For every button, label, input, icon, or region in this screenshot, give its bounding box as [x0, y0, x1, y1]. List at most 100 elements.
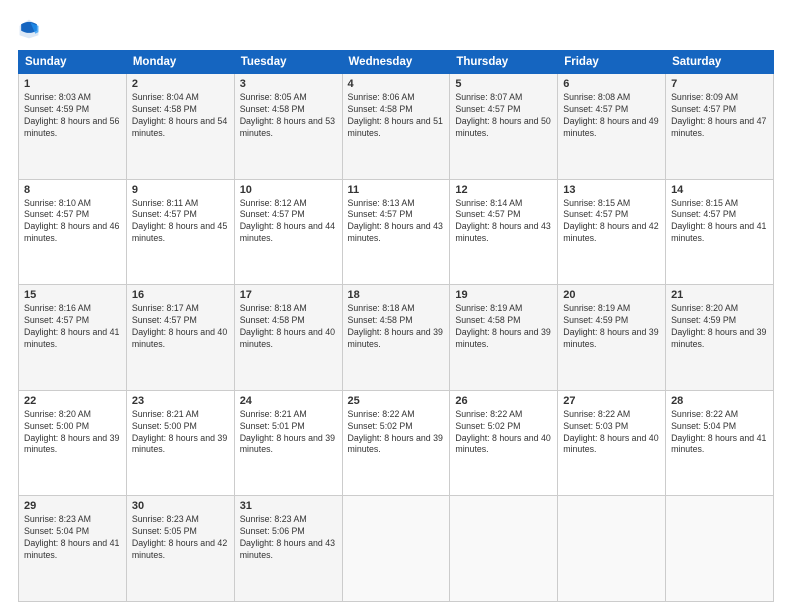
calendar-cell: 6 Sunrise: 8:08 AMSunset: 4:57 PMDayligh… [558, 74, 666, 180]
weekday-header: Wednesday [342, 51, 450, 74]
calendar-week-row: 1 Sunrise: 8:03 AMSunset: 4:59 PMDayligh… [19, 74, 774, 180]
calendar-cell [450, 496, 558, 602]
day-info: Sunrise: 8:03 AMSunset: 4:59 PMDaylight:… [24, 92, 119, 138]
day-number: 3 [240, 78, 337, 90]
day-number: 27 [563, 395, 660, 407]
calendar-cell: 7 Sunrise: 8:09 AMSunset: 4:57 PMDayligh… [666, 74, 774, 180]
day-number: 29 [24, 500, 121, 512]
day-number: 18 [348, 289, 445, 301]
weekday-header: Monday [126, 51, 234, 74]
calendar-cell: 23 Sunrise: 8:21 AMSunset: 5:00 PMDaylig… [126, 390, 234, 496]
day-info: Sunrise: 8:15 AMSunset: 4:57 PMDaylight:… [563, 198, 658, 244]
day-info: Sunrise: 8:14 AMSunset: 4:57 PMDaylight:… [455, 198, 550, 244]
day-info: Sunrise: 8:06 AMSunset: 4:58 PMDaylight:… [348, 92, 443, 138]
day-number: 26 [455, 395, 552, 407]
calendar-week-row: 8 Sunrise: 8:10 AMSunset: 4:57 PMDayligh… [19, 179, 774, 285]
day-info: Sunrise: 8:21 AMSunset: 5:01 PMDaylight:… [240, 409, 335, 455]
calendar-table: SundayMondayTuesdayWednesdayThursdayFrid… [18, 50, 774, 602]
day-number: 1 [24, 78, 121, 90]
day-info: Sunrise: 8:18 AMSunset: 4:58 PMDaylight:… [240, 303, 335, 349]
day-number: 2 [132, 78, 229, 90]
day-info: Sunrise: 8:23 AMSunset: 5:04 PMDaylight:… [24, 514, 119, 560]
calendar-cell: 27 Sunrise: 8:22 AMSunset: 5:03 PMDaylig… [558, 390, 666, 496]
day-number: 15 [24, 289, 121, 301]
logo-text [18, 18, 44, 40]
header [18, 18, 774, 40]
calendar-cell: 26 Sunrise: 8:22 AMSunset: 5:02 PMDaylig… [450, 390, 558, 496]
day-number: 11 [348, 184, 445, 196]
calendar-week-row: 15 Sunrise: 8:16 AMSunset: 4:57 PMDaylig… [19, 285, 774, 391]
day-number: 21 [671, 289, 768, 301]
calendar-week-row: 22 Sunrise: 8:20 AMSunset: 5:00 PMDaylig… [19, 390, 774, 496]
day-number: 9 [132, 184, 229, 196]
day-number: 25 [348, 395, 445, 407]
day-number: 30 [132, 500, 229, 512]
calendar-cell: 14 Sunrise: 8:15 AMSunset: 4:57 PMDaylig… [666, 179, 774, 285]
calendar-cell: 28 Sunrise: 8:22 AMSunset: 5:04 PMDaylig… [666, 390, 774, 496]
calendar-cell: 4 Sunrise: 8:06 AMSunset: 4:58 PMDayligh… [342, 74, 450, 180]
day-info: Sunrise: 8:13 AMSunset: 4:57 PMDaylight:… [348, 198, 443, 244]
day-number: 24 [240, 395, 337, 407]
calendar-cell [558, 496, 666, 602]
day-number: 14 [671, 184, 768, 196]
calendar-cell: 19 Sunrise: 8:19 AMSunset: 4:58 PMDaylig… [450, 285, 558, 391]
day-info: Sunrise: 8:07 AMSunset: 4:57 PMDaylight:… [455, 92, 550, 138]
weekday-header: Friday [558, 51, 666, 74]
day-info: Sunrise: 8:05 AMSunset: 4:58 PMDaylight:… [240, 92, 335, 138]
calendar-week-row: 29 Sunrise: 8:23 AMSunset: 5:04 PMDaylig… [19, 496, 774, 602]
day-number: 28 [671, 395, 768, 407]
calendar-cell: 16 Sunrise: 8:17 AMSunset: 4:57 PMDaylig… [126, 285, 234, 391]
page: SundayMondayTuesdayWednesdayThursdayFrid… [0, 0, 792, 612]
calendar-cell: 29 Sunrise: 8:23 AMSunset: 5:04 PMDaylig… [19, 496, 127, 602]
logo-area [18, 18, 44, 40]
day-number: 7 [671, 78, 768, 90]
day-number: 17 [240, 289, 337, 301]
day-number: 16 [132, 289, 229, 301]
day-number: 12 [455, 184, 552, 196]
day-info: Sunrise: 8:17 AMSunset: 4:57 PMDaylight:… [132, 303, 227, 349]
calendar-cell: 24 Sunrise: 8:21 AMSunset: 5:01 PMDaylig… [234, 390, 342, 496]
calendar-cell: 13 Sunrise: 8:15 AMSunset: 4:57 PMDaylig… [558, 179, 666, 285]
day-number: 6 [563, 78, 660, 90]
day-info: Sunrise: 8:12 AMSunset: 4:57 PMDaylight:… [240, 198, 335, 244]
logo-icon [18, 18, 40, 40]
calendar-cell: 20 Sunrise: 8:19 AMSunset: 4:59 PMDaylig… [558, 285, 666, 391]
day-number: 31 [240, 500, 337, 512]
calendar-cell: 17 Sunrise: 8:18 AMSunset: 4:58 PMDaylig… [234, 285, 342, 391]
calendar-cell: 8 Sunrise: 8:10 AMSunset: 4:57 PMDayligh… [19, 179, 127, 285]
calendar-cell: 31 Sunrise: 8:23 AMSunset: 5:06 PMDaylig… [234, 496, 342, 602]
day-info: Sunrise: 8:04 AMSunset: 4:58 PMDaylight:… [132, 92, 227, 138]
day-number: 19 [455, 289, 552, 301]
day-info: Sunrise: 8:15 AMSunset: 4:57 PMDaylight:… [671, 198, 766, 244]
calendar-cell: 5 Sunrise: 8:07 AMSunset: 4:57 PMDayligh… [450, 74, 558, 180]
day-number: 20 [563, 289, 660, 301]
day-info: Sunrise: 8:19 AMSunset: 4:58 PMDaylight:… [455, 303, 550, 349]
day-info: Sunrise: 8:16 AMSunset: 4:57 PMDaylight:… [24, 303, 119, 349]
weekday-header-row: SundayMondayTuesdayWednesdayThursdayFrid… [19, 51, 774, 74]
calendar-cell: 15 Sunrise: 8:16 AMSunset: 4:57 PMDaylig… [19, 285, 127, 391]
weekday-header: Tuesday [234, 51, 342, 74]
calendar-cell: 2 Sunrise: 8:04 AMSunset: 4:58 PMDayligh… [126, 74, 234, 180]
weekday-header: Saturday [666, 51, 774, 74]
day-number: 4 [348, 78, 445, 90]
day-info: Sunrise: 8:22 AMSunset: 5:02 PMDaylight:… [455, 409, 550, 455]
day-info: Sunrise: 8:18 AMSunset: 4:58 PMDaylight:… [348, 303, 443, 349]
calendar-cell: 11 Sunrise: 8:13 AMSunset: 4:57 PMDaylig… [342, 179, 450, 285]
day-info: Sunrise: 8:11 AMSunset: 4:57 PMDaylight:… [132, 198, 227, 244]
calendar-cell: 18 Sunrise: 8:18 AMSunset: 4:58 PMDaylig… [342, 285, 450, 391]
calendar-cell [342, 496, 450, 602]
weekday-header: Sunday [19, 51, 127, 74]
day-info: Sunrise: 8:08 AMSunset: 4:57 PMDaylight:… [563, 92, 658, 138]
day-info: Sunrise: 8:19 AMSunset: 4:59 PMDaylight:… [563, 303, 658, 349]
day-info: Sunrise: 8:22 AMSunset: 5:04 PMDaylight:… [671, 409, 766, 455]
calendar-cell: 10 Sunrise: 8:12 AMSunset: 4:57 PMDaylig… [234, 179, 342, 285]
calendar-cell: 1 Sunrise: 8:03 AMSunset: 4:59 PMDayligh… [19, 74, 127, 180]
day-info: Sunrise: 8:22 AMSunset: 5:03 PMDaylight:… [563, 409, 658, 455]
day-info: Sunrise: 8:09 AMSunset: 4:57 PMDaylight:… [671, 92, 766, 138]
calendar-cell [666, 496, 774, 602]
day-number: 13 [563, 184, 660, 196]
day-info: Sunrise: 8:20 AMSunset: 5:00 PMDaylight:… [24, 409, 119, 455]
calendar-cell: 21 Sunrise: 8:20 AMSunset: 4:59 PMDaylig… [666, 285, 774, 391]
day-info: Sunrise: 8:20 AMSunset: 4:59 PMDaylight:… [671, 303, 766, 349]
day-number: 5 [455, 78, 552, 90]
